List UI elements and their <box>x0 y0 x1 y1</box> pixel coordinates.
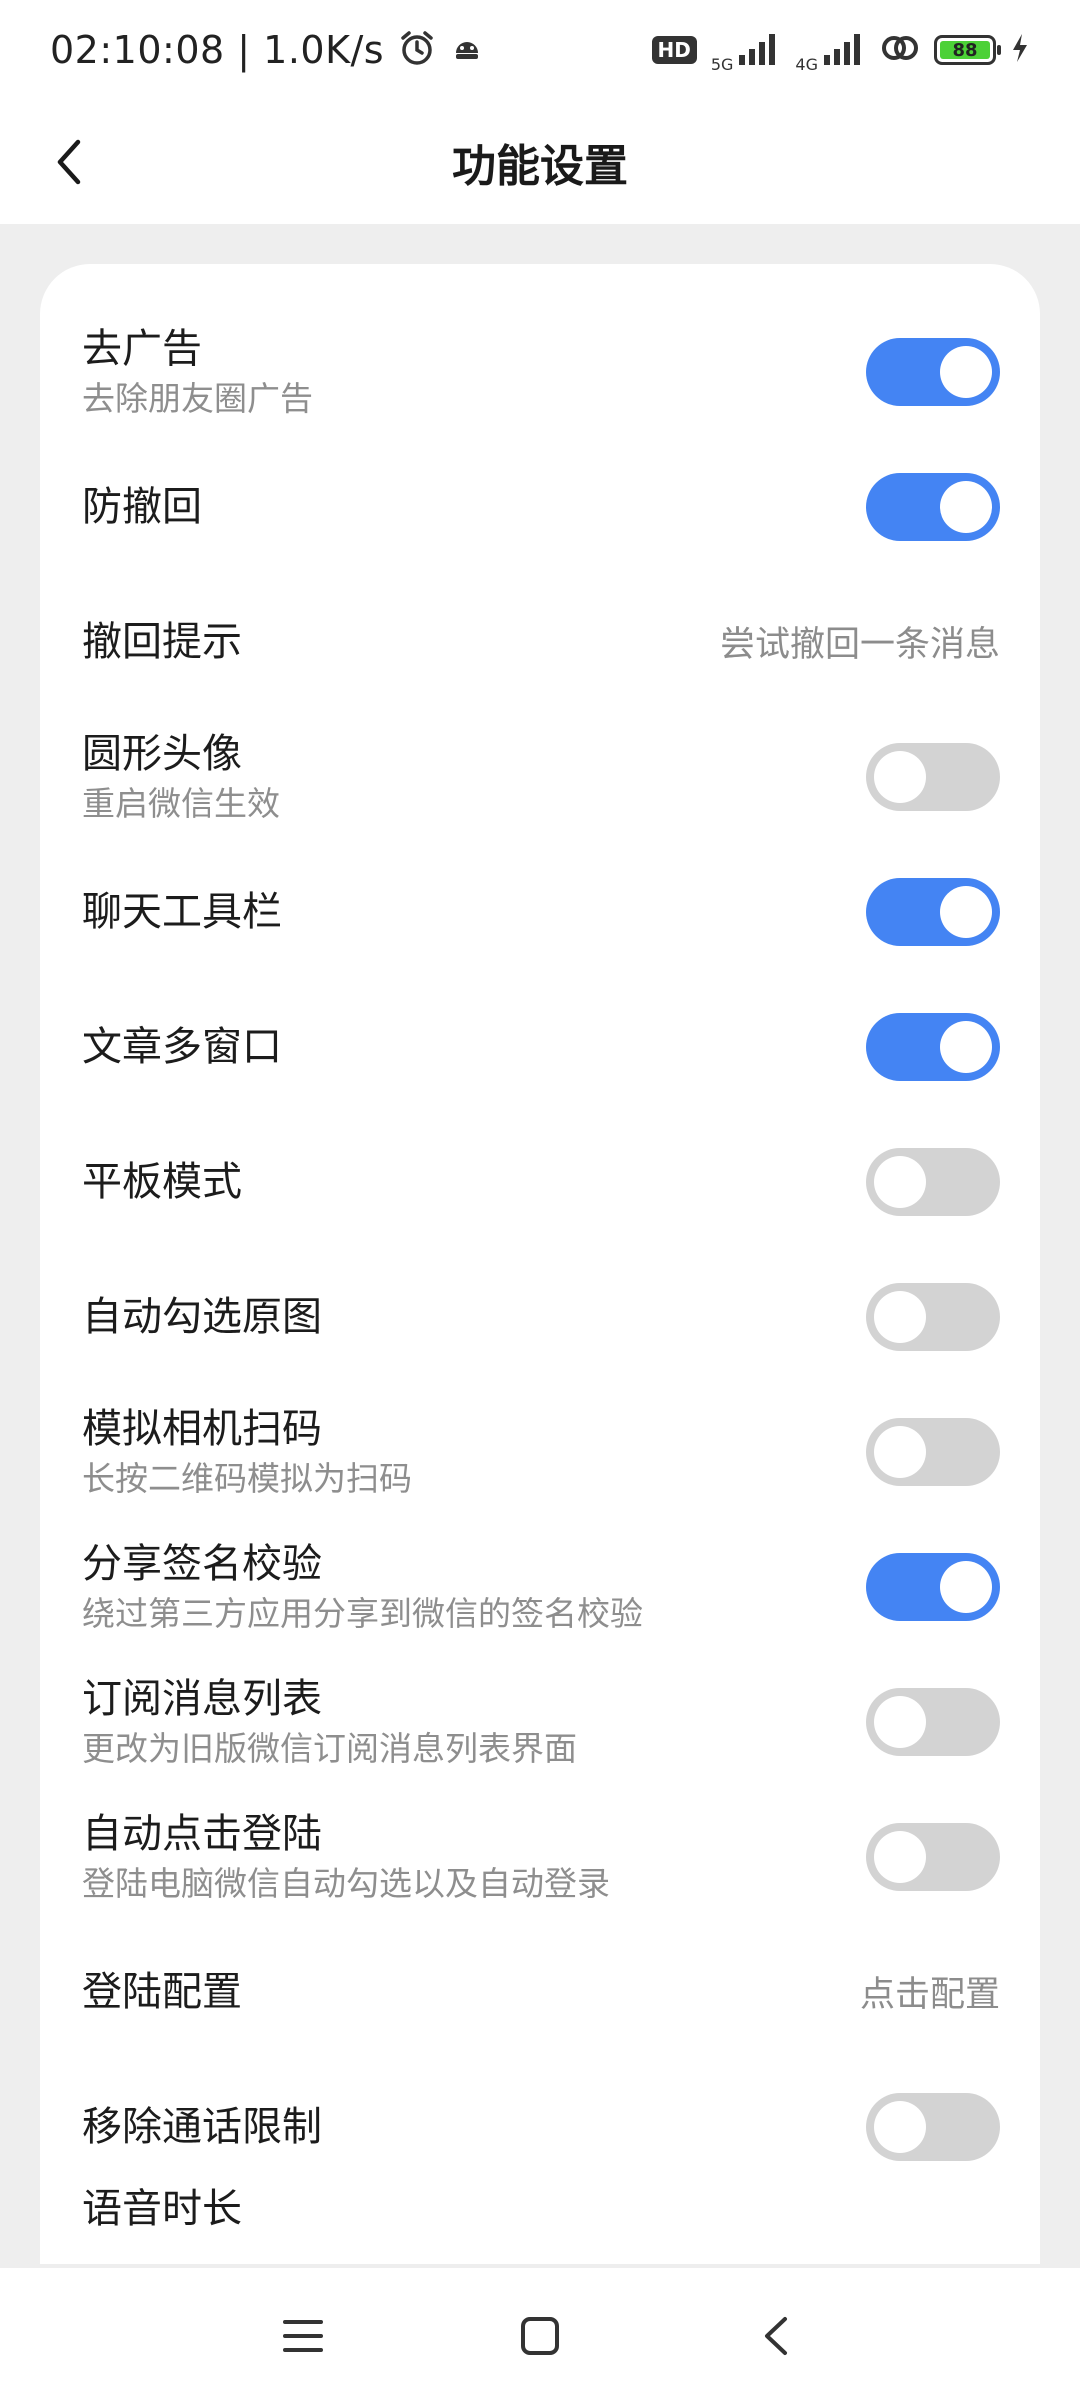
setting-login-config[interactable]: 登陆配置 点击配置 <box>40 1924 1040 2059</box>
round-avatar-toggle[interactable] <box>866 742 1000 811</box>
charging-icon <box>1010 32 1030 68</box>
remove-call-limit-toggle[interactable] <box>866 2092 1000 2161</box>
hd-badge: HD <box>651 36 697 64</box>
subscription-list-toggle[interactable] <box>866 1687 1000 1756</box>
setting-title: 订阅消息列表 <box>82 1675 322 1722</box>
setting-title: 圆形头像 <box>82 730 242 777</box>
link-icon <box>880 31 920 69</box>
alarm-icon <box>398 29 436 71</box>
setting-subtitle: 长按二维码模拟为扫码 <box>82 1458 412 1498</box>
chat-toolbar-toggle[interactable] <box>866 877 1000 946</box>
setting-round-avatar: 圆形头像 重启微信生效 <box>40 709 1040 844</box>
article-multiwindow-toggle[interactable] <box>866 1012 1000 1081</box>
setting-subtitle: 登陆电脑微信自动勾选以及自动登录 <box>82 1863 610 1903</box>
android-icon <box>450 31 484 69</box>
settings-card: 去广告 去除朋友圈广告 防撤回 撤回提示 尝试撤回一条消息 圆形头像 重启微信生… <box>40 264 1040 2264</box>
signal-icon <box>737 31 781 69</box>
setting-chat-toolbar: 聊天工具栏 <box>40 844 1040 979</box>
setting-subtitle: 去除朋友圈广告 <box>82 378 313 418</box>
simulate-camera-scan-toggle[interactable] <box>866 1417 1000 1486</box>
login-config-value[interactable]: 点击配置 <box>860 1966 1000 2017</box>
header: 功能设置 <box>0 100 1080 224</box>
signal-icon-2 <box>822 31 866 69</box>
battery-icon: 88 <box>934 35 1001 65</box>
setting-title: 分享签名校验 <box>82 1540 322 1587</box>
setting-title: 去广告 <box>82 325 202 372</box>
status-time: 02:10:08 | 1.0K/s <box>50 28 385 72</box>
back-triangle-icon <box>765 2317 787 2355</box>
menu-button[interactable] <box>263 2296 343 2376</box>
setting-article-multiwindow: 文章多窗口 <box>40 979 1040 1114</box>
auto-login-click-toggle[interactable] <box>866 1822 1000 1891</box>
home-icon <box>521 2317 559 2355</box>
setting-simulate-camera-scan: 模拟相机扫码 长按二维码模拟为扫码 <box>40 1384 1040 1519</box>
setting-title: 模拟相机扫码 <box>82 1405 322 1452</box>
setting-remove-ads: 去广告 去除朋友圈广告 <box>40 304 1040 439</box>
setting-title: 防撤回 <box>82 483 202 530</box>
page-title: 功能设置 <box>452 141 628 192</box>
setting-title: 自动勾选原图 <box>82 1293 322 1340</box>
setting-title: 移除通话限制 <box>82 2103 322 2150</box>
share-signature-check-toggle[interactable] <box>866 1552 1000 1621</box>
status-bar: 02:10:08 | 1.0K/s HD 5G 4G 88 <box>0 0 1080 100</box>
home-button[interactable] <box>500 2296 580 2376</box>
setting-title: 自动点击登陆 <box>82 1810 322 1857</box>
setting-title: 平板模式 <box>82 1158 242 1205</box>
setting-share-signature-check: 分享签名校验 绕过第三方应用分享到微信的签名校验 <box>40 1519 1040 1654</box>
back-button[interactable] <box>30 122 110 202</box>
anti-recall-toggle[interactable] <box>866 472 1000 541</box>
setting-auto-original-image: 自动勾选原图 <box>40 1249 1040 1384</box>
setting-tablet-mode: 平板模式 <box>40 1114 1040 1249</box>
setting-subtitle: 绕过第三方应用分享到微信的签名校验 <box>82 1593 643 1633</box>
setting-subscription-list: 订阅消息列表 更改为旧版微信订阅消息列表界面 <box>40 1654 1040 1789</box>
network-5g-label: 5G <box>710 54 734 74</box>
setting-auto-login-click: 自动点击登陆 登陆电脑微信自动勾选以及自动登录 <box>40 1789 1040 1924</box>
setting-title: 语音时长 <box>82 2186 242 2232</box>
setting-subtitle: 更改为旧版微信订阅消息列表界面 <box>82 1728 577 1768</box>
setting-voice-duration[interactable]: 语音时长 <box>40 2169 1040 2249</box>
auto-original-image-toggle[interactable] <box>866 1282 1000 1351</box>
setting-title: 聊天工具栏 <box>82 888 282 935</box>
nav-back-button[interactable] <box>737 2296 817 2376</box>
setting-subtitle: 重启微信生效 <box>82 783 280 823</box>
navigation-bar <box>0 2268 1080 2400</box>
recall-hint-value[interactable]: 尝试撤回一条消息 <box>720 616 1000 667</box>
chevron-left-icon <box>57 139 81 185</box>
network-4g-label: 4G <box>795 54 818 74</box>
remove-ads-toggle[interactable] <box>866 337 1000 406</box>
tablet-mode-toggle[interactable] <box>866 1147 1000 1216</box>
setting-anti-recall: 防撤回 <box>40 439 1040 574</box>
setting-title: 文章多窗口 <box>82 1023 282 1070</box>
menu-icon <box>283 2320 323 2352</box>
setting-title: 撤回提示 <box>82 618 242 665</box>
setting-recall-hint[interactable]: 撤回提示 尝试撤回一条消息 <box>40 574 1040 709</box>
setting-title: 登陆配置 <box>82 1968 242 2015</box>
